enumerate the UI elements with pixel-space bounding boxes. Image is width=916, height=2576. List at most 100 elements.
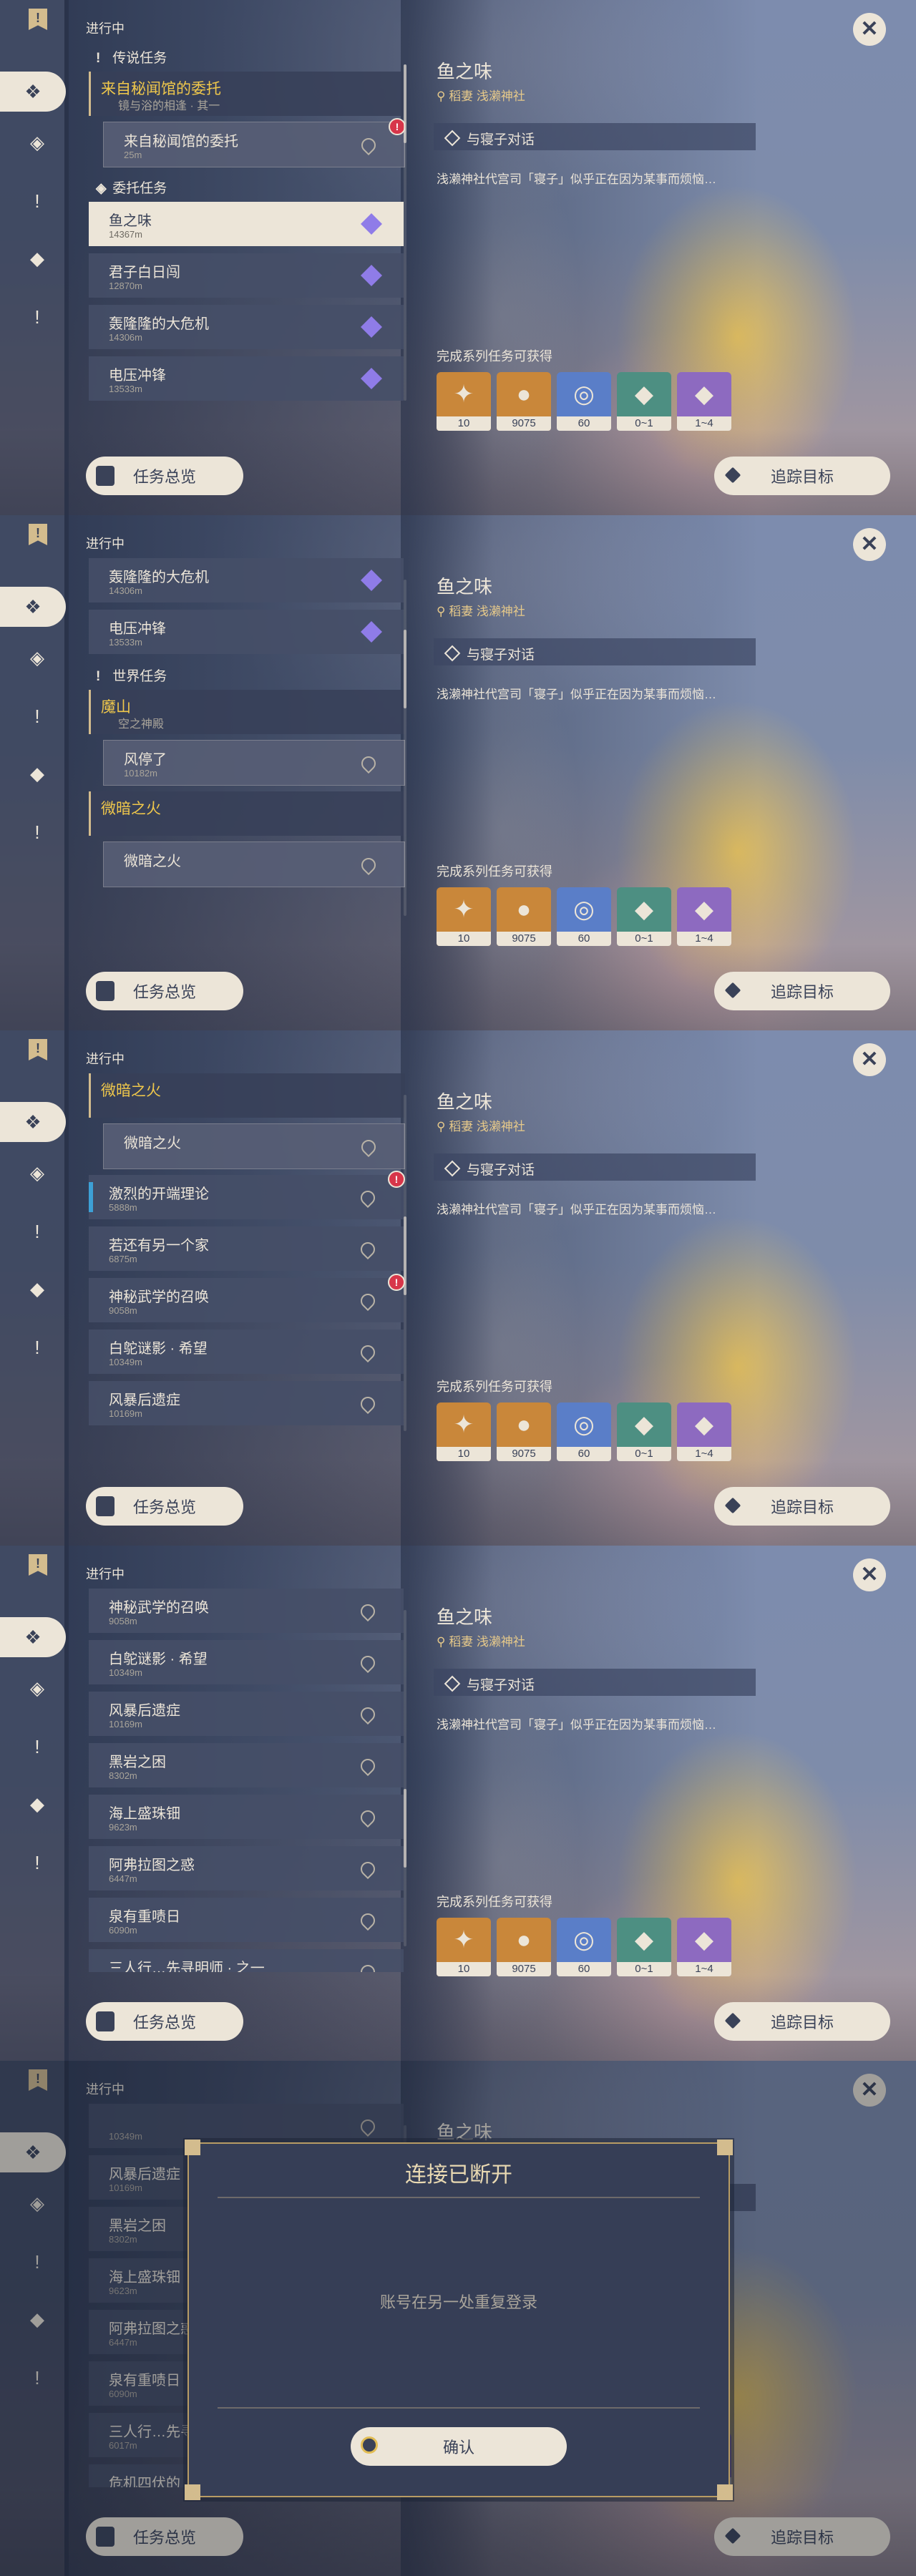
- track-target-button[interactable]: 追踪目标: [714, 457, 890, 495]
- archon-quest-icon[interactable]: ◈: [25, 130, 49, 155]
- story-quest-icon[interactable]: !: [25, 1219, 49, 1244]
- quest-list-item[interactable]: 若还有另一个家 6875m: [89, 1226, 404, 1271]
- reward-item[interactable]: ◆ 1~4: [677, 1402, 731, 1461]
- all-quests-icon[interactable]: ❖: [0, 1617, 66, 1657]
- quest-book-icon[interactable]: !: [29, 524, 47, 545]
- quest-list-scrollbar[interactable]: [404, 1610, 406, 1946]
- scroll-thumb[interactable]: [404, 630, 406, 708]
- track-target-button[interactable]: 追踪目标: [714, 1487, 890, 1526]
- quest-list-item[interactable]: 海上盛珠钿 9623m: [89, 1795, 404, 1839]
- close-button[interactable]: ✕: [853, 13, 886, 46]
- quest-list-item[interactable]: 风暴后遗症 10169m: [89, 1381, 404, 1425]
- quest-book-icon[interactable]: !: [29, 1039, 47, 1060]
- reward-item[interactable]: ◎ 60: [557, 372, 611, 431]
- reward-item[interactable]: ● 9075: [497, 1918, 551, 1976]
- reward-item[interactable]: ◆ 0~1: [617, 1918, 671, 1976]
- quest-list-item[interactable]: 电压冲锋 13533m: [89, 356, 404, 401]
- archon-quest-icon[interactable]: ◈: [25, 1676, 49, 1700]
- quest-group[interactable]: 来自秘闻馆的委托 镜与浴的相逢 · 其一: [89, 72, 405, 116]
- reward-item[interactable]: ◆ 0~1: [617, 1402, 671, 1461]
- reward-quantity: 10: [437, 416, 491, 431]
- world-quest-icon[interactable]: ◆: [25, 761, 49, 786]
- quest-list-item[interactable]: 阿弗拉图之惑 6447m: [89, 1846, 404, 1890]
- quest-group[interactable]: 魔山 空之神殿: [89, 690, 405, 734]
- quest-list-item[interactable]: 泉有重啧日 6090m: [89, 1898, 404, 1942]
- reward-item[interactable]: ◎ 60: [557, 1918, 611, 1976]
- quest-list-item[interactable]: 风暴后遗症 10169m: [89, 1692, 404, 1736]
- close-button[interactable]: ✕: [853, 528, 886, 561]
- quest-group[interactable]: 微暗之火: [89, 1073, 405, 1118]
- quest-list-scrollbar[interactable]: [404, 1095, 406, 1431]
- world-quest-icon[interactable]: ◆: [25, 1792, 49, 1816]
- quest-list[interactable]: 轰隆隆的大危机 14306m 电压冲锋 13533m! 世界任务 魔山 空之神殿 风停了 10…: [86, 558, 405, 942]
- event-quest-icon[interactable]: !: [25, 305, 49, 329]
- reward-quantity: 1~4: [677, 416, 731, 431]
- reward-item[interactable]: ✦ 10: [437, 1402, 491, 1461]
- quest-group[interactable]: 微暗之火: [89, 791, 405, 836]
- story-quest-icon[interactable]: !: [25, 1735, 49, 1759]
- reward-item[interactable]: ◎ 60: [557, 1402, 611, 1461]
- quest-list-item[interactable]: 神秘武学的召唤 9058m!: [89, 1274, 405, 1322]
- reward-item[interactable]: ● 9075: [497, 372, 551, 431]
- reward-item[interactable]: ◆ 1~4: [677, 1918, 731, 1976]
- reward-item[interactable]: ◆ 1~4: [677, 372, 731, 431]
- quest-list-item[interactable]: 三人行…先寻明师 · 之一: [89, 1949, 404, 1972]
- quest-overview-button[interactable]: 任务总览: [86, 972, 243, 1010]
- quest-list-item[interactable]: 风停了 10182m: [103, 740, 405, 786]
- quest-overview-button[interactable]: 任务总览: [86, 1487, 243, 1526]
- confirm-button[interactable]: 确认: [351, 2427, 567, 2466]
- event-quest-icon[interactable]: !: [25, 820, 49, 844]
- story-quest-icon[interactable]: !: [25, 704, 49, 728]
- quest-list[interactable]: 微暗之火 微暗之火 激烈的开端理论 5888m! 若还有另一个家 6875m 神秘武学的召唤…: [86, 1073, 405, 1457]
- quest-list-item[interactable]: 轰隆隆的大危机 14306m: [89, 558, 404, 602]
- all-quests-icon[interactable]: ❖: [0, 72, 66, 112]
- archon-quest-icon[interactable]: ◈: [25, 645, 49, 670]
- all-quests-icon[interactable]: ❖: [0, 587, 66, 627]
- scroll-thumb[interactable]: [404, 1216, 406, 1295]
- quest-list-item[interactable]: 激烈的开端理论 5888m!: [89, 1171, 405, 1219]
- track-target-button[interactable]: 追踪目标: [714, 972, 890, 1010]
- quest-list-item[interactable]: 君子白日闯 12870m: [89, 253, 404, 298]
- reward-item[interactable]: ● 9075: [497, 1402, 551, 1461]
- quest-list-item[interactable]: 轰隆隆的大危机 14306m: [89, 305, 404, 349]
- reward-item[interactable]: ◆ 1~4: [677, 887, 731, 946]
- quest-list-item[interactable]: 神秘武学的召唤 9058m: [89, 1589, 404, 1633]
- quest-list-item[interactable]: 鱼之味 14367m: [89, 202, 404, 246]
- scroll-thumb[interactable]: [404, 1789, 406, 1868]
- close-button[interactable]: ✕: [853, 1558, 886, 1591]
- world-quest-icon[interactable]: ◆: [25, 1277, 49, 1301]
- reward-item[interactable]: ✦ 10: [437, 887, 491, 946]
- quest-list-item[interactable]: 白鸵谜影 · 希望 10349m: [89, 1640, 404, 1684]
- quest-book-icon[interactable]: !: [29, 1554, 47, 1576]
- quest-list-scrollbar[interactable]: [404, 580, 406, 916]
- quest-list-item[interactable]: 来自秘闻馆的委托 25m!: [103, 118, 405, 167]
- archon-quest-icon[interactable]: ◈: [25, 1161, 49, 1185]
- scroll-thumb[interactable]: [404, 64, 406, 143]
- track-target-button[interactable]: 追踪目标: [714, 2002, 890, 2041]
- event-quest-icon[interactable]: !: [25, 1850, 49, 1875]
- quest-list-scrollbar[interactable]: [404, 64, 406, 401]
- quest-list-item[interactable]: 微暗之火: [103, 1123, 405, 1169]
- reward-item[interactable]: ◎ 60: [557, 887, 611, 946]
- all-quests-icon[interactable]: ❖: [0, 1102, 66, 1142]
- close-button[interactable]: ✕: [853, 1043, 886, 1076]
- reward-item[interactable]: ✦ 10: [437, 372, 491, 431]
- reward-item[interactable]: ✦ 10: [437, 1918, 491, 1976]
- quest-location: ⚲ 稻妻 浅濑神社: [437, 1635, 525, 1649]
- quest-list-item[interactable]: 白鸵谜影 · 希望 10349m: [89, 1330, 404, 1374]
- quest-overview-button[interactable]: 任务总览: [86, 457, 243, 495]
- reward-item[interactable]: ◆ 0~1: [617, 372, 671, 431]
- reward-item[interactable]: ● 9075: [497, 887, 551, 946]
- quest-list-item[interactable]: 黑岩之困 8302m: [89, 1743, 404, 1787]
- quest-book-icon[interactable]: !: [29, 9, 47, 30]
- reward-item[interactable]: ◆ 0~1: [617, 887, 671, 946]
- quest-list-item[interactable]: 微暗之火: [103, 841, 405, 887]
- quest-list[interactable]: 神秘武学的召唤 9058m 白鸵谜影 · 希望 10349m 风暴后遗症 10169m 黑岩…: [86, 1589, 405, 1972]
- quest-list[interactable]: ! 传说任务 来自秘闻馆的委托 镜与浴的相逢 · 其一 来自秘闻馆的委托 25m! ◈ 委…: [86, 43, 405, 426]
- quest-overview-button[interactable]: 任务总览: [86, 2002, 243, 2041]
- event-quest-icon[interactable]: !: [25, 1335, 49, 1360]
- reward-quantity: 60: [557, 416, 611, 431]
- story-quest-icon[interactable]: !: [25, 189, 49, 213]
- quest-list-item[interactable]: 电压冲锋 13533m: [89, 610, 404, 654]
- world-quest-icon[interactable]: ◆: [25, 246, 49, 270]
